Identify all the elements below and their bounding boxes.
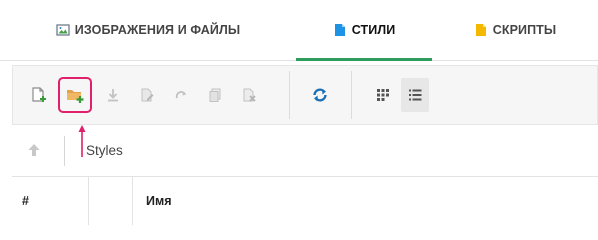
path-divider — [64, 136, 65, 166]
folder-up-button[interactable] — [22, 138, 46, 162]
tab-label: ИЗОБРАЖЕНИЯ И ФАЙЛЫ — [74, 23, 241, 37]
delete-icon — [243, 88, 256, 102]
column-divider — [132, 177, 133, 225]
arrow-up-icon — [28, 144, 40, 156]
new-file-button[interactable] — [27, 78, 51, 112]
tab-styles[interactable]: СТИЛИ — [296, 0, 432, 61]
table-header: # Имя — [12, 177, 598, 225]
new-file-icon — [32, 87, 46, 102]
new-folder-button[interactable] — [58, 77, 92, 113]
current-path: Styles — [86, 143, 123, 158]
toolbar-divider — [289, 71, 290, 119]
image-icon — [56, 23, 70, 37]
tab-label: СКРИПТЫ — [492, 23, 557, 37]
tab-scripts[interactable]: СКРИПТЫ — [452, 0, 578, 60]
edit-button[interactable] — [135, 78, 159, 112]
blue-document-icon — [333, 23, 347, 37]
column-header-name[interactable]: Имя — [146, 177, 172, 225]
grid-view-button[interactable] — [371, 78, 395, 112]
tab-label: СТИЛИ — [351, 23, 396, 37]
yellow-document-icon — [474, 23, 488, 37]
copy-button[interactable] — [203, 78, 227, 112]
toolbar — [12, 65, 598, 125]
new-folder-icon — [67, 90, 84, 103]
annotation-arrow — [78, 125, 86, 157]
toolbar-divider — [351, 71, 352, 119]
delete-button[interactable] — [237, 78, 261, 112]
path-bar: Styles — [12, 126, 598, 177]
copy-icon — [209, 88, 221, 102]
grid-view-icon — [377, 89, 389, 101]
column-divider — [88, 177, 89, 225]
edit-icon — [141, 88, 154, 102]
list-view-button[interactable] — [401, 78, 429, 112]
download-button[interactable] — [101, 78, 125, 112]
refresh-icon — [313, 88, 327, 102]
column-header-number[interactable]: # — [22, 177, 29, 225]
download-icon — [108, 89, 118, 102]
list-view-icon — [409, 89, 422, 101]
tab-bar: ИЗОБРАЖЕНИЯ И ФАЙЛЫ СТИЛИ СКРИПТЫ — [0, 0, 598, 61]
tab-images-files[interactable]: ИЗОБРАЖЕНИЯ И ФАЙЛЫ — [30, 0, 266, 60]
redo-icon — [175, 91, 186, 99]
redo-button[interactable] — [169, 78, 193, 112]
refresh-button[interactable] — [308, 78, 332, 112]
